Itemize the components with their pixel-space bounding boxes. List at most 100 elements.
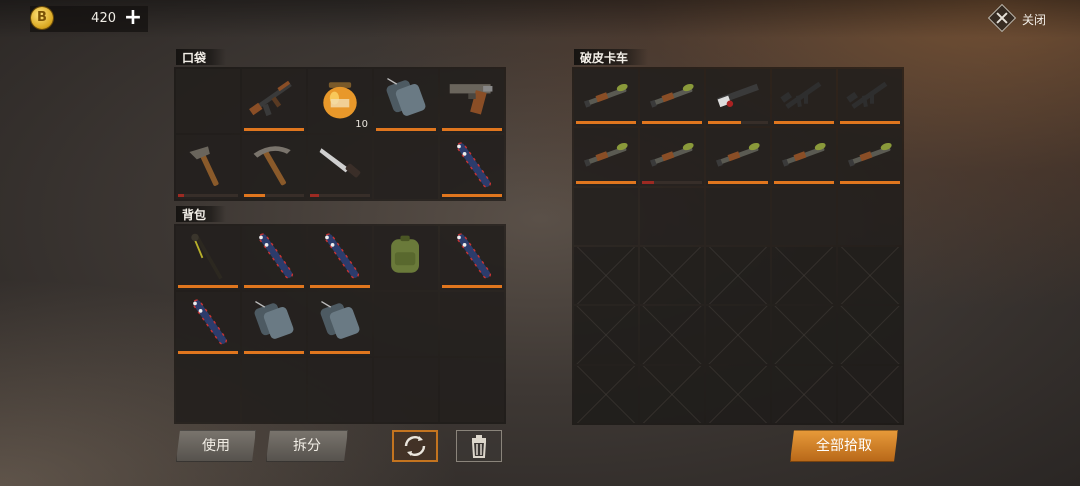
inventory-slot[interactable]	[640, 128, 704, 186]
inventory-slot[interactable]	[440, 135, 504, 199]
empty-slot[interactable]	[772, 365, 836, 423]
durability-bar	[310, 194, 370, 197]
durability-bar	[244, 128, 304, 131]
inventory-slot[interactable]	[440, 69, 504, 133]
coin-amount: 420	[91, 11, 116, 26]
inventory-slot[interactable]	[308, 292, 372, 356]
baseball-bat-icon	[456, 233, 492, 279]
inventory-slot[interactable]	[574, 128, 638, 186]
add-coins-button[interactable]: +	[122, 7, 144, 29]
dog-tags-icon	[254, 300, 294, 339]
empty-slot[interactable]	[440, 358, 504, 422]
inventory-slot[interactable]	[640, 69, 704, 127]
empty-slot[interactable]	[176, 69, 240, 133]
rpg-launcher-icon	[649, 83, 694, 108]
durability-bar	[576, 180, 636, 184]
durability-bar	[840, 180, 900, 184]
baseball-bat-icon	[324, 233, 360, 279]
sort-button[interactable]	[392, 430, 438, 462]
pistol-icon	[449, 84, 493, 115]
discard-button[interactable]	[456, 430, 502, 462]
empty-slot[interactable]	[772, 306, 836, 364]
inventory-slot[interactable]	[574, 69, 638, 127]
durability-bar	[708, 180, 768, 184]
rpg-launcher-icon	[649, 143, 694, 167]
inventory-slot[interactable]	[374, 226, 438, 290]
empty-slot[interactable]	[574, 365, 638, 423]
inventory-slot[interactable]	[176, 135, 240, 199]
inventory-slot[interactable]	[706, 69, 770, 127]
empty-slot[interactable]	[640, 187, 704, 245]
inventory-slot[interactable]	[838, 128, 902, 186]
coin-icon: B	[31, 7, 53, 29]
truck-grid	[572, 67, 904, 425]
inventory-slot[interactable]	[440, 226, 504, 290]
inventory-slot[interactable]	[772, 128, 836, 186]
take-all-button[interactable]: 全部拾取	[790, 430, 898, 462]
empty-slot[interactable]	[838, 365, 902, 423]
split-button[interactable]: 拆分	[266, 430, 348, 462]
inventory-slot[interactable]: 10	[308, 69, 372, 133]
empty-slot[interactable]	[374, 358, 438, 422]
empty-slot[interactable]	[640, 246, 704, 305]
durability-bar	[840, 121, 900, 125]
close-label: 关闭	[1022, 13, 1047, 27]
empty-slot[interactable]	[706, 306, 770, 364]
inventory-slot[interactable]	[242, 135, 306, 199]
inventory-slot[interactable]	[176, 292, 240, 356]
durability-bar	[244, 285, 304, 288]
inventory-slot[interactable]	[706, 128, 770, 186]
durability-bar	[442, 194, 502, 197]
inventory-slot[interactable]	[772, 69, 836, 127]
stone-pickaxe-icon	[253, 146, 291, 186]
honey-jar-icon	[323, 82, 357, 119]
durability-bar	[178, 194, 238, 197]
durability-bar	[244, 351, 304, 354]
empty-slot[interactable]	[308, 358, 372, 422]
inventory-slot[interactable]	[242, 292, 306, 356]
durability-bar	[642, 180, 702, 184]
empty-slot[interactable]	[574, 187, 638, 245]
empty-slot[interactable]	[706, 365, 770, 423]
durability-bar	[442, 128, 502, 131]
empty-slot[interactable]	[772, 187, 836, 245]
empty-slot[interactable]	[838, 187, 902, 245]
trash-icon	[471, 435, 487, 458]
empty-slot[interactable]	[176, 358, 240, 422]
empty-slot[interactable]	[706, 187, 770, 245]
baseball-bat-icon	[192, 299, 228, 345]
close-button[interactable]: 关闭	[987, 3, 1068, 33]
durability-bar	[310, 351, 370, 354]
top-bar	[0, 0, 1080, 38]
durability-bar	[774, 180, 834, 184]
inventory-slot[interactable]	[308, 226, 372, 290]
empty-slot[interactable]	[838, 306, 902, 364]
durability-bar	[576, 121, 636, 125]
dog-tags-icon	[386, 77, 426, 116]
inventory-slot[interactable]	[242, 69, 306, 133]
durability-bar	[310, 285, 370, 288]
empty-slot[interactable]	[242, 358, 306, 422]
inventory-slot[interactable]	[242, 226, 306, 290]
rpg-launcher-icon	[781, 143, 826, 167]
rpg-launcher-icon	[583, 83, 628, 108]
empty-slot[interactable]	[374, 135, 438, 199]
inventory-slot[interactable]	[838, 69, 902, 127]
empty-slot[interactable]	[574, 246, 638, 305]
backpack-grid	[174, 224, 506, 424]
empty-slot[interactable]	[772, 246, 836, 305]
rpg-launcher-icon	[847, 143, 892, 167]
empty-slot[interactable]	[640, 365, 704, 423]
empty-slot[interactable]	[838, 246, 902, 305]
durability-bar	[708, 121, 768, 125]
inventory-slot[interactable]	[308, 135, 372, 199]
inventory-slot[interactable]	[374, 69, 438, 133]
empty-slot[interactable]	[706, 246, 770, 305]
empty-slot[interactable]	[574, 306, 638, 364]
empty-slot[interactable]	[440, 292, 504, 356]
assault-rifle-icon	[846, 81, 888, 109]
inventory-slot[interactable]	[176, 226, 240, 290]
empty-slot[interactable]	[640, 306, 704, 364]
empty-slot[interactable]	[374, 292, 438, 356]
use-button[interactable]: 使用	[176, 430, 256, 462]
